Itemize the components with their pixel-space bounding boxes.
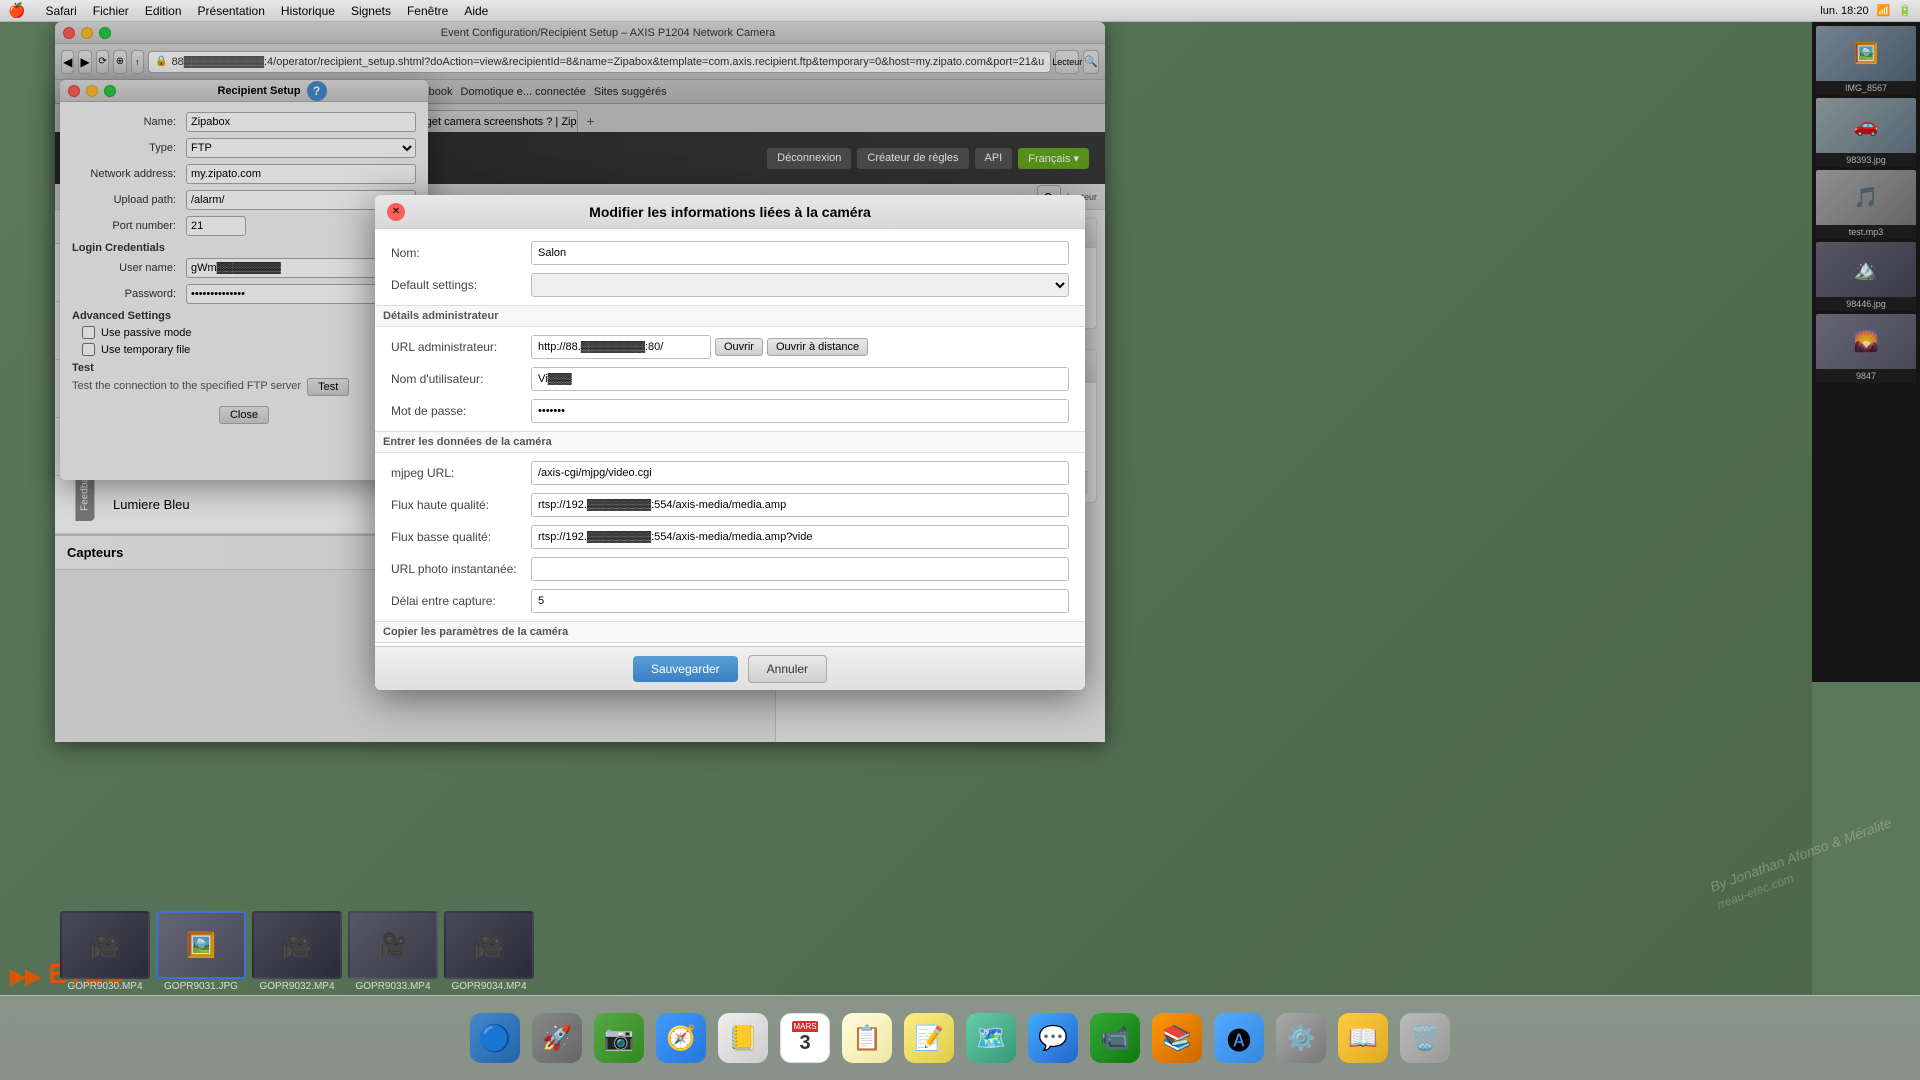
modal-password-row: Mot de passe: <box>391 399 1069 423</box>
modal-save-button[interactable]: Sauvegarder <box>633 656 738 682</box>
camera-modal: ✕ Modifier les informations liées à la c… <box>375 195 1085 690</box>
modal-url-admin-row: URL administrateur: Ouvrir Ouvrir à dist… <box>391 335 1069 359</box>
modal-open-remote-btn[interactable]: Ouvrir à distance <box>767 338 868 356</box>
modal-name-input[interactable] <box>531 241 1069 265</box>
menu-signets[interactable]: Signets <box>343 2 399 20</box>
modal-url-admin-input[interactable] <box>531 335 711 359</box>
appstore-icon: 🅐 <box>1214 1013 1264 1063</box>
menu-safari[interactable]: Safari <box>37 2 84 20</box>
menu-aide[interactable]: Aide <box>456 2 496 20</box>
modal-low-quality-label: Flux basse qualité: <box>391 530 531 544</box>
modal-body: Nom: Default settings: Détails administr… <box>375 229 1085 646</box>
sysprefs-icon: ⚙️ <box>1276 1013 1326 1063</box>
modal-delay-row: Délai entre capture: <box>391 589 1069 613</box>
facetime-icon: 📹 <box>1090 1013 1140 1063</box>
modal-camera-data-title: Entrer les données de la caméra <box>375 431 1085 453</box>
dock-ibooks[interactable]: 📚 <box>1148 1009 1206 1067</box>
modal-header: ✕ Modifier les informations liées à la c… <box>375 195 1085 229</box>
dock-ibook[interactable]: 📖 <box>1334 1009 1392 1067</box>
modal-cancel-button[interactable]: Annuler <box>748 655 827 683</box>
menu-right: lun. 18:20 📶 🔋 <box>1820 4 1912 17</box>
modal-password-input[interactable] <box>531 399 1069 423</box>
ibook-icon: 📖 <box>1338 1013 1388 1063</box>
mac-menubar: 🍎 Safari Fichier Edition Présentation Hi… <box>0 0 1920 22</box>
modal-low-quality-row: Flux basse qualité: <box>391 525 1069 549</box>
dock-reminders[interactable]: 📋 <box>838 1009 896 1067</box>
modal-mjpeg-input[interactable] <box>531 461 1069 485</box>
dock-notes[interactable]: 📝 <box>900 1009 958 1067</box>
modal-copy-title: Copier les paramètres de la caméra <box>375 621 1085 643</box>
notes-icon: 📝 <box>904 1013 954 1063</box>
modal-footer: Sauvegarder Annuler <box>375 646 1085 690</box>
menu-battery: 🔋 <box>1898 4 1912 17</box>
menu-presentation[interactable]: Présentation <box>190 2 273 20</box>
modal-username-row: Nom d'utilisateur: <box>391 367 1069 391</box>
dock-safari[interactable]: 🧭 <box>652 1009 710 1067</box>
modal-close-btn[interactable]: ✕ <box>387 203 405 221</box>
maps-icon: 🗺️ <box>966 1013 1016 1063</box>
calendar-icon: MARS3 <box>780 1013 830 1063</box>
modal-details-title: Détails administrateur <box>375 305 1085 327</box>
dock-appstore[interactable]: 🅐 <box>1210 1009 1268 1067</box>
messages-icon: 💬 <box>1028 1013 1078 1063</box>
modal-photo-url-row: URL photo instantanée: <box>391 557 1069 581</box>
modal-title: Modifier les informations liées à la cam… <box>405 204 1055 220</box>
dock-facetime[interactable]: 📹 <box>1086 1009 1144 1067</box>
dock-addressbook[interactable]: 📒 <box>714 1009 772 1067</box>
addressbook-icon: 📒 <box>718 1013 768 1063</box>
modal-username-label: Nom d'utilisateur: <box>391 372 531 386</box>
modal-high-quality-row: Flux haute qualité: <box>391 493 1069 517</box>
modal-delay-input[interactable] <box>531 589 1069 613</box>
modal-password-label: Mot de passe: <box>391 404 531 418</box>
ibooks-icon: 📚 <box>1152 1013 1202 1063</box>
dock-trash[interactable]: 🗑️ <box>1396 1009 1454 1067</box>
modal-mjpeg-label: mjpeg URL: <box>391 466 531 480</box>
dock-maps[interactable]: 🗺️ <box>962 1009 1020 1067</box>
menu-fichier[interactable]: Fichier <box>85 2 137 20</box>
reminders-icon: 📋 <box>842 1013 892 1063</box>
modal-photo-url-input[interactable] <box>531 557 1069 581</box>
launchpad-icon: 🚀 <box>532 1013 582 1063</box>
finder-icon: 🔵 <box>470 1013 520 1063</box>
modal-default-select[interactable] <box>531 273 1069 297</box>
modal-high-quality-label: Flux haute qualité: <box>391 498 531 512</box>
dock-calendar[interactable]: MARS3 <box>776 1009 834 1067</box>
dock-launchpad[interactable]: 🚀 <box>528 1009 586 1067</box>
dock-iphoto[interactable]: 📷 <box>590 1009 648 1067</box>
dock: 🔵 🚀 📷 🧭 📒 MARS3 📋 📝 🗺️ 💬 📹 📚 🅐 ⚙️ <box>0 995 1920 1080</box>
menu-wifi: 📶 <box>1877 4 1891 17</box>
dock-sysprefs[interactable]: ⚙️ <box>1272 1009 1330 1067</box>
modal-default-label: Default settings: <box>391 278 531 292</box>
apple-menu[interactable]: 🍎 <box>8 2 25 19</box>
modal-delay-label: Délai entre capture: <box>391 594 531 608</box>
iphoto-icon: 📷 <box>594 1013 644 1063</box>
modal-mjpeg-row: mjpeg URL: <box>391 461 1069 485</box>
safari-icon: 🧭 <box>656 1013 706 1063</box>
modal-low-quality-input[interactable] <box>531 525 1069 549</box>
modal-high-quality-input[interactable] <box>531 493 1069 517</box>
menu-historique[interactable]: Historique <box>273 2 343 20</box>
modal-url-admin-label: URL administrateur: <box>391 340 531 354</box>
menu-time: lun. 18:20 <box>1820 5 1868 17</box>
dock-finder[interactable]: 🔵 <box>466 1009 524 1067</box>
menu-edition[interactable]: Edition <box>137 2 190 20</box>
dock-messages[interactable]: 💬 <box>1024 1009 1082 1067</box>
menu-fenetre[interactable]: Fenêtre <box>399 2 456 20</box>
modal-open-btn[interactable]: Ouvrir <box>715 338 763 356</box>
trash-icon: 🗑️ <box>1400 1013 1450 1063</box>
modal-name-label: Nom: <box>391 246 531 260</box>
modal-url-admin-controls: Ouvrir Ouvrir à distance <box>531 335 868 359</box>
modal-username-input[interactable] <box>531 367 1069 391</box>
modal-name-row: Nom: <box>391 241 1069 265</box>
modal-photo-url-label: URL photo instantanée: <box>391 562 531 576</box>
modal-default-row: Default settings: <box>391 273 1069 297</box>
